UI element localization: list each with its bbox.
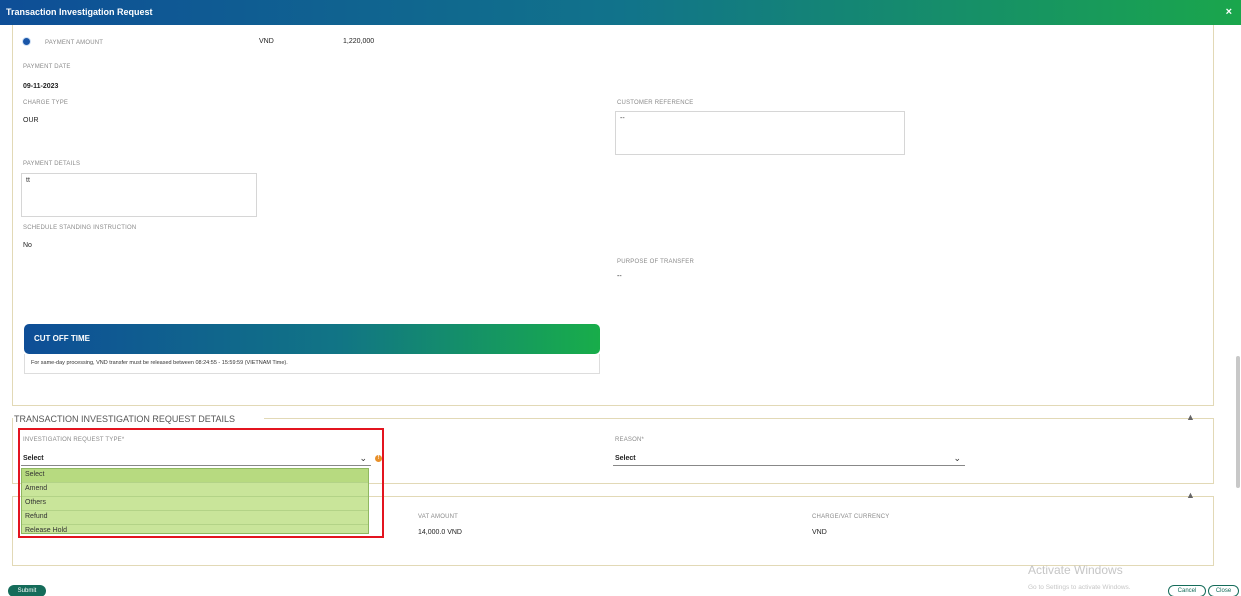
charge-type-label: CHARGE TYPE	[23, 100, 69, 106]
cutoff-time-title: CUT OFF TIME	[34, 334, 90, 343]
customer-reference-label: CUSTOMER REFERENCE	[617, 100, 694, 106]
highlight-box	[18, 428, 384, 538]
reason-select[interactable]: Select ⌄	[613, 453, 965, 466]
charge-type-value: OUR	[23, 117, 39, 124]
payment-details-value: tt	[26, 177, 30, 184]
charge-currency-value: VND	[812, 529, 827, 536]
activation-watermark: Activate Windows	[1028, 563, 1123, 577]
cutoff-time-body: For same-day processing, VND transfer mu…	[24, 354, 600, 374]
scrollbar[interactable]	[1236, 356, 1240, 488]
standing-instruction-value: No	[23, 242, 32, 249]
purpose-of-transfer-value: --	[617, 273, 622, 280]
activation-watermark-subtitle: Go to Settings to activate Windows.	[1028, 584, 1131, 591]
charge-currency-label: CHARGE/VAT CURRENCY	[812, 514, 890, 520]
cancel-button[interactable]: Cancel	[1168, 585, 1206, 596]
close-button[interactable]: Close	[1208, 585, 1239, 596]
payment-amount-currency: VND	[259, 38, 274, 45]
cutoff-time-header: CUT OFF TIME	[24, 324, 600, 354]
payment-amount-label: PAYMENT AMOUNT	[45, 40, 104, 46]
payment-date-label: PAYMENT DATE	[23, 64, 71, 70]
reason-label: REASON*	[615, 437, 645, 443]
payment-amount-radio[interactable]	[23, 38, 30, 45]
payment-date-value: 09-11-2023	[23, 83, 59, 90]
purpose-of-transfer-label: PURPOSE OF TRANSFER	[617, 259, 695, 265]
vat-amount-label: VAT AMOUNT	[418, 514, 459, 520]
payment-details-field[interactable]: tt	[21, 173, 257, 217]
collapse-icon[interactable]: ▲	[1186, 490, 1195, 500]
chevron-down-icon: ⌄	[953, 453, 961, 463]
close-icon[interactable]: ×	[1226, 6, 1232, 18]
window-titlebar: Transaction Investigation Request ×	[0, 0, 1241, 25]
reason-value: Select	[615, 455, 636, 462]
cutoff-time-text: For same-day processing, VND transfer mu…	[31, 360, 288, 366]
investigation-section-title: TRANSACTION INVESTIGATION REQUEST DETAIL…	[14, 414, 236, 424]
collapse-icon[interactable]: ▲	[1186, 412, 1195, 422]
payment-details-label: PAYMENT DETAILS	[23, 161, 81, 167]
payment-amount-value: 1,220,000	[343, 38, 375, 45]
standing-instruction-label: SCHEDULE STANDING INSTRUCTION	[23, 225, 137, 231]
window-title: Transaction Investigation Request	[6, 7, 153, 17]
submit-button[interactable]: Submit	[8, 585, 46, 596]
customer-reference-field[interactable]: --	[615, 111, 905, 155]
section-divider	[264, 418, 1214, 419]
customer-reference-value: --	[620, 115, 625, 122]
vat-amount-value: 14,000.0 VND	[418, 529, 462, 536]
